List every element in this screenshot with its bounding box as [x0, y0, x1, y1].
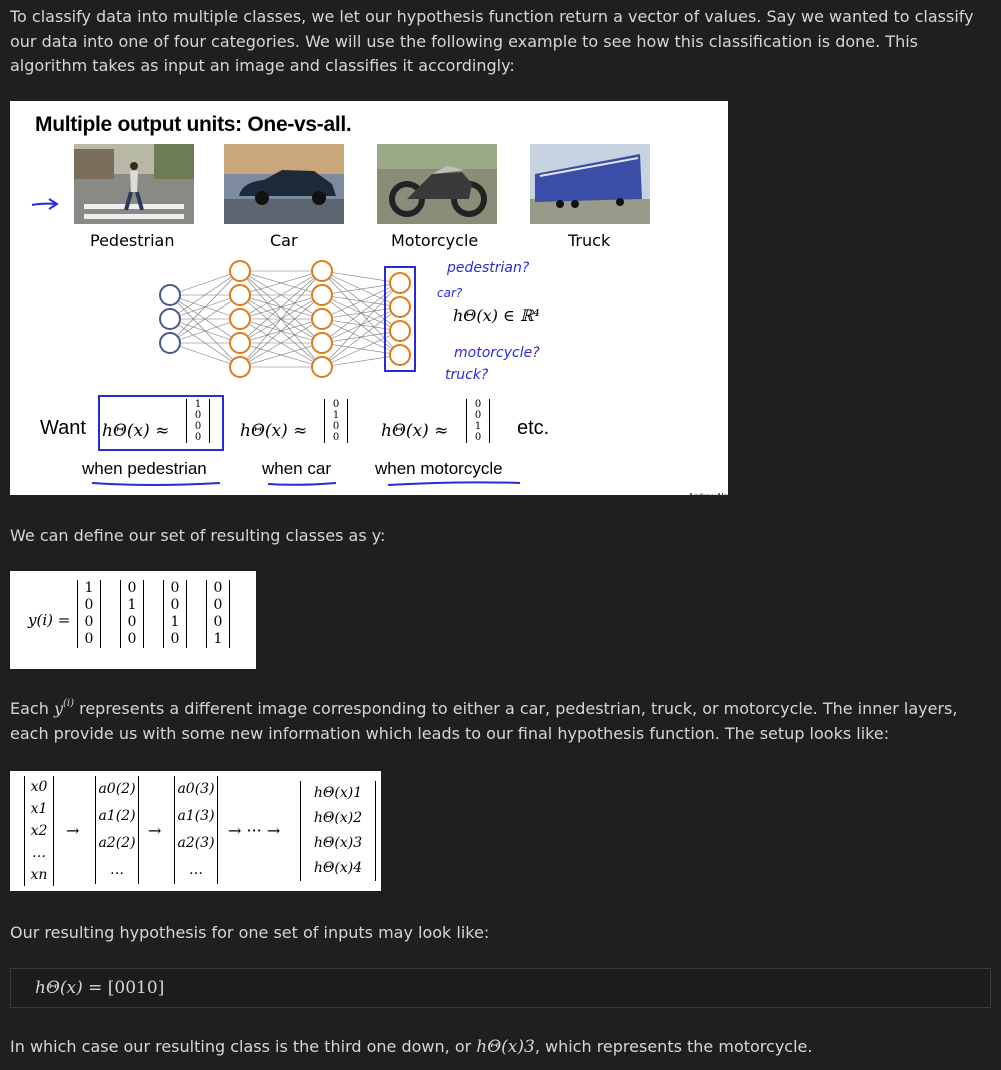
nn-edge	[321, 282, 401, 320]
annotation-motorcycle: motorcycle?	[454, 345, 540, 361]
nn-node	[389, 344, 411, 366]
arrow-2: →	[148, 821, 162, 840]
pedestrian-photo	[74, 144, 194, 224]
car-photo	[224, 144, 344, 224]
conclusion-math: hΘ(x)3	[476, 1037, 535, 1057]
hypothesis-2: hΘ(x) ≈	[240, 421, 308, 441]
nn-edge	[321, 330, 401, 368]
etc-label: etc.	[517, 417, 550, 439]
hand-underlines	[91, 481, 521, 486]
neural-network-diagram	[159, 260, 416, 378]
arrow-1: →	[66, 821, 80, 840]
y-vector-2: 0100	[120, 580, 144, 648]
y-vector-1: 1000	[77, 580, 101, 648]
nn-node	[389, 296, 411, 318]
y-vector-4: 0001	[206, 580, 230, 648]
hypothesis-3: hΘ(x) ≈	[381, 421, 449, 441]
caption-motorcycle: Motorcycle	[391, 231, 479, 250]
nn-node	[159, 332, 181, 354]
layer3-vector: a0(3) a1(3) a2(3)…	[174, 776, 218, 884]
motorcycle-photo	[377, 144, 497, 224]
nn-node	[311, 284, 333, 306]
nn-node	[229, 284, 251, 306]
output-vector: hΘ(x)1 hΘ(x)2 hΘ(x)3 hΘ(x)4	[300, 781, 376, 881]
nn-edge	[321, 282, 401, 344]
vector-motorcycle: 0010	[466, 399, 490, 443]
each-paragraph: Each y(i) represents a different image c…	[10, 698, 958, 743]
nn-edge	[321, 282, 401, 368]
caption-pedestrian: Pedestrian	[90, 231, 175, 250]
y-vector-3: 0010	[163, 580, 187, 648]
nn-edge	[321, 306, 401, 368]
nn-edge	[169, 270, 241, 296]
nn-node	[389, 272, 411, 294]
annotation-car: car?	[437, 286, 463, 300]
y-label: y(i) =	[28, 611, 71, 629]
conclusion-paragraph: In which case our resulting class is the…	[10, 1037, 813, 1057]
annotation-pedestrian: pedestrian?	[447, 260, 530, 276]
nn-node	[229, 356, 251, 378]
annotation-hx-r4: hΘ(x) ∈ ℝ⁴	[453, 306, 540, 325]
nn-edge	[321, 282, 401, 296]
nn-node	[311, 308, 333, 330]
hand-arrow-icon	[31, 198, 59, 210]
one-vs-all-slide: Multiple output units: One-vs-all. Pedes…	[10, 101, 728, 495]
credit-label: Andrew Ng	[688, 485, 728, 495]
y-var: y	[53, 699, 63, 718]
slide-title: Multiple output units: One-vs-all.	[35, 113, 352, 136]
hypothesis-1: hΘ(x) ≈	[102, 421, 170, 441]
nn-node	[229, 260, 251, 282]
truck-photo	[530, 144, 650, 224]
input-vector: x0 x1 x2… xn	[24, 776, 54, 886]
nn-edge	[321, 354, 401, 368]
nn-node	[311, 260, 333, 282]
nn-node	[311, 356, 333, 378]
layer2-vector: a0(2) a1(2) a2(2)…	[95, 776, 139, 884]
nn-node	[311, 332, 333, 354]
y-vectors-formula: y(i) = 1000 0100 0010 0001	[10, 571, 256, 669]
nn-node	[229, 308, 251, 330]
caption-truck: Truck	[568, 231, 611, 250]
when-pedestrian: when pedestrian	[82, 459, 207, 478]
nn-node	[159, 284, 181, 306]
result-formula-box: hΘ(x) = [0010]	[10, 968, 991, 1008]
want-label: Want	[40, 417, 86, 439]
when-car: when car	[262, 459, 331, 478]
annotation-truck: truck?	[445, 367, 489, 383]
result-intro-paragraph: Our resulting hypothesis for one set of …	[10, 923, 490, 942]
nn-node	[159, 308, 181, 330]
when-motorcycle: when motorcycle	[375, 459, 503, 478]
network-setup-formula: x0 x1 x2… xn → a0(2) a1(2) a2(2)… → a0(3) a1(3…	[10, 771, 381, 891]
ellipsis-arrow: → ··· →	[228, 821, 281, 840]
intro-paragraph: To classify data into multiple classes, …	[10, 7, 974, 75]
result-formula: hΘ(x) = [0010]	[35, 978, 165, 998]
vector-pedestrian: 1000	[186, 399, 210, 443]
nn-node	[229, 332, 251, 354]
nn-edge	[169, 270, 241, 344]
nn-node	[389, 320, 411, 342]
vector-car: 0100	[324, 399, 348, 443]
nn-edge	[321, 270, 401, 284]
nn-edge	[169, 342, 241, 368]
classes-intro-paragraph: We can define our set of resulting class…	[10, 526, 386, 545]
caption-car: Car	[270, 231, 298, 250]
